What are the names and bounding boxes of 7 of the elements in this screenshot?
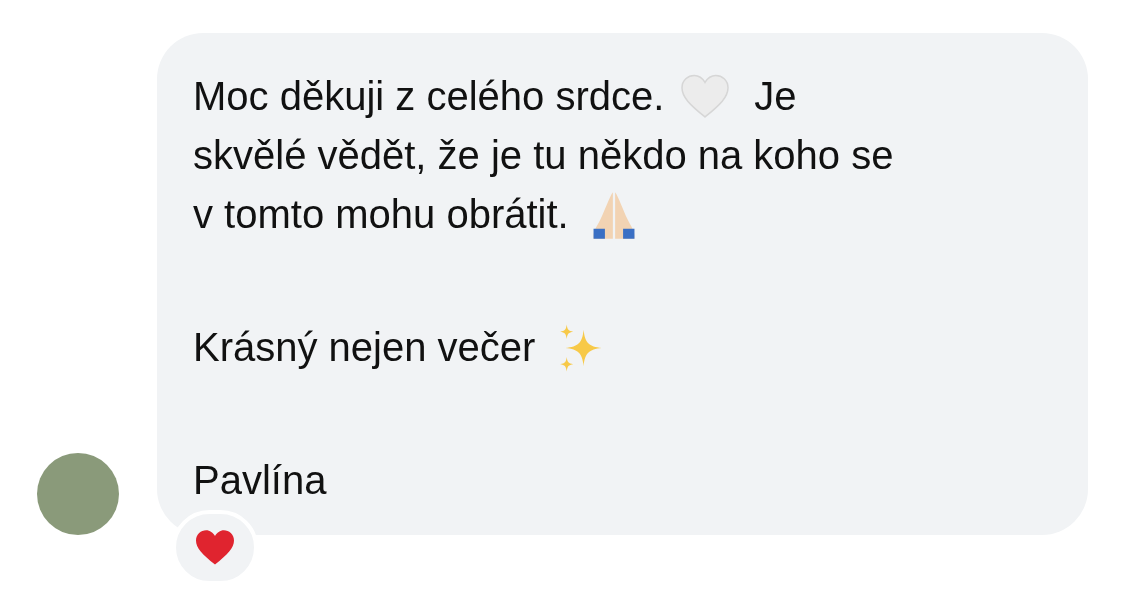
message-text: skvělé vědět, že je tu někdo na koho se xyxy=(193,132,894,179)
message-text: Je xyxy=(754,73,797,120)
message-text: v tomto mohu obrátit. xyxy=(193,191,569,238)
message-text: Moc děkuji z celého srdce. xyxy=(193,73,665,120)
message-text: Krásný nejen večer xyxy=(193,324,536,371)
heart-icon xyxy=(194,528,236,567)
message-text: Pavlína xyxy=(193,457,327,504)
